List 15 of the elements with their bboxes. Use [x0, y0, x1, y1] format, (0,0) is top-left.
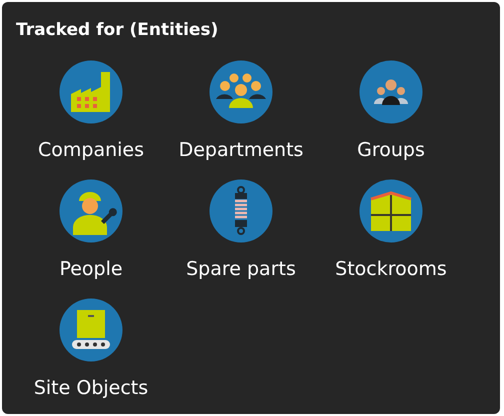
boxes-icon[interactable] [359, 179, 423, 243]
people-group-icon[interactable] [209, 60, 273, 124]
entity-label[interactable]: People [59, 257, 123, 281]
entity-label[interactable]: Groups [357, 138, 425, 162]
shock-absorber-icon[interactable] [209, 179, 273, 243]
entity-label[interactable]: Stockrooms [335, 257, 447, 281]
entity-label[interactable]: Companies [38, 138, 144, 162]
entity-label[interactable]: Departments [178, 138, 304, 162]
panel-title: Tracked for (Entities) [16, 19, 218, 42]
entity-label[interactable]: Spare parts [186, 257, 296, 281]
factory-icon[interactable] [59, 60, 123, 124]
conveyor-icon[interactable] [59, 298, 123, 362]
worker-icon[interactable] [59, 179, 123, 243]
team-icon[interactable] [359, 60, 423, 124]
entity-label[interactable]: Site Objects [34, 376, 148, 400]
